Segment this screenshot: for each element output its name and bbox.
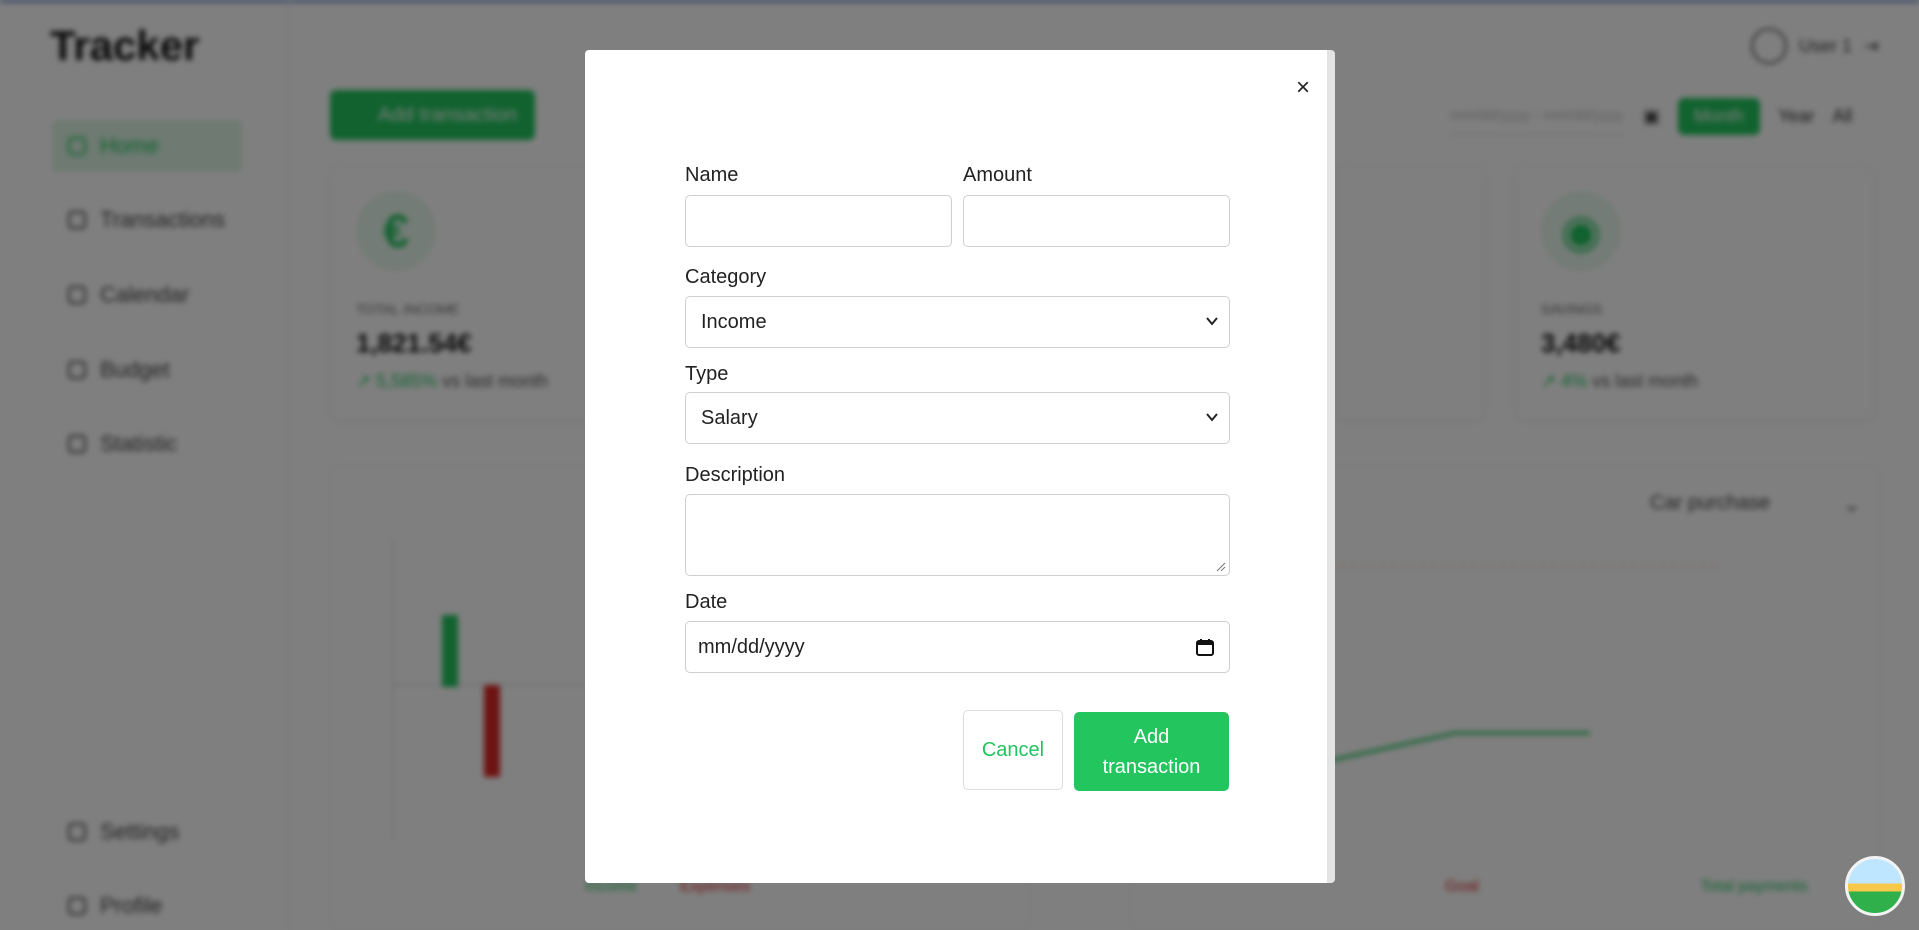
category-select[interactable]: Income bbox=[685, 296, 1230, 348]
date-placeholder: mm/dd/yyyy bbox=[698, 635, 805, 658]
calendar-icon[interactable] bbox=[1195, 637, 1215, 657]
resize-handle-icon[interactable] bbox=[1216, 562, 1226, 572]
description-textarea[interactable] bbox=[685, 494, 1230, 576]
amount-label: Amount bbox=[963, 164, 1032, 186]
category-label: Category bbox=[685, 266, 767, 288]
add-transaction-modal: × Name Amount Category Income Type Salar… bbox=[585, 50, 1335, 883]
amount-input[interactable] bbox=[963, 195, 1230, 247]
add-transaction-submit-button[interactable]: Add transaction bbox=[1074, 712, 1229, 791]
date-label: Date bbox=[685, 591, 728, 613]
date-input[interactable]: mm/dd/yyyy bbox=[685, 621, 1230, 673]
chevron-down-icon bbox=[1206, 413, 1218, 422]
chevron-down-icon bbox=[1206, 317, 1218, 326]
name-label: Name bbox=[685, 164, 739, 186]
cancel-button[interactable]: Cancel bbox=[963, 710, 1063, 790]
name-input[interactable] bbox=[685, 195, 952, 247]
type-value: Salary bbox=[701, 406, 758, 429]
type-select[interactable]: Salary bbox=[685, 392, 1230, 444]
category-value: Income bbox=[701, 310, 767, 333]
description-label: Description bbox=[685, 464, 786, 486]
island-avatar-icon[interactable] bbox=[1845, 856, 1905, 916]
close-icon[interactable]: × bbox=[1285, 70, 1321, 106]
type-label: Type bbox=[685, 363, 729, 385]
